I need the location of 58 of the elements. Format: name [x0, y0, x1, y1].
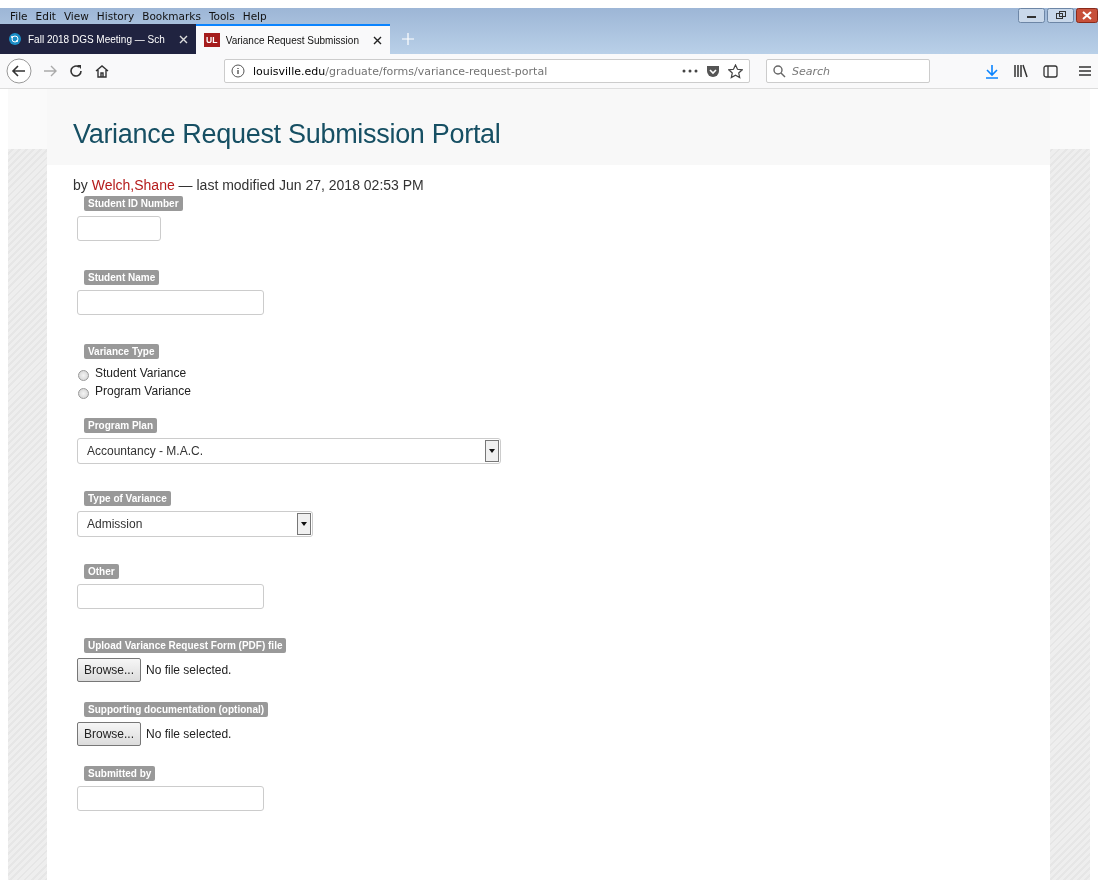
file-status: No file selected. — [146, 663, 232, 677]
field-label: Variance Type — [84, 344, 159, 359]
browser-tab[interactable]: UL Variance Request Submission — [195, 24, 390, 54]
text-field[interactable] — [77, 786, 264, 811]
text-field[interactable] — [77, 290, 264, 315]
page-title: Variance Request Submission Portal — [73, 119, 501, 150]
dropdown[interactable]: Accountancy - M.A.C. — [77, 438, 501, 464]
field-label: Student Name — [84, 270, 160, 285]
menu-item[interactable]: Bookmarks — [142, 10, 201, 22]
search-field[interactable]: Search — [766, 59, 930, 83]
field-label: Student ID Number — [84, 196, 183, 211]
caret-icon — [485, 440, 499, 462]
text-field[interactable] — [77, 216, 161, 241]
close-button[interactable] — [1076, 8, 1098, 23]
browser-tab[interactable]: Fall 2018 DGS Meeting — Sch — [0, 24, 196, 54]
reload-button[interactable] — [68, 63, 84, 79]
close-icon[interactable] — [372, 35, 382, 45]
minimize-button[interactable] — [1018, 8, 1045, 23]
url-text: louisville.edu/graduate/forms/variance-request-portal — [253, 64, 548, 78]
field-label: Type of Variance — [84, 491, 171, 506]
field-label: Other — [84, 564, 119, 579]
address-bar[interactable]: louisville.edu/graduate/forms/variance-request-portal — [224, 59, 750, 83]
field-label: Supporting documentation (optional) — [84, 702, 269, 717]
radio-button[interactable] — [78, 370, 89, 381]
back-button[interactable] — [6, 58, 32, 84]
text-field[interactable] — [77, 584, 264, 609]
more-icon[interactable] — [682, 68, 698, 74]
radio-label: Program Variance — [95, 384, 191, 398]
menu-item[interactable]: History — [96, 10, 135, 22]
site-logo: UL — [203, 33, 220, 47]
browse-button[interactable]: Browse... — [77, 658, 141, 682]
info-icon[interactable] — [231, 64, 245, 78]
field-label: Upload Variance Request Form (PDF) file — [84, 638, 287, 653]
menu-item[interactable]: Help — [242, 10, 267, 22]
globe-icon — [8, 32, 22, 46]
browse-button[interactable]: Browse... — [77, 722, 141, 746]
byline: by Welch,Shane — last modified Jun 27, 2018 02:53 PM — [72, 176, 425, 193]
field-label: Submitted by — [84, 766, 156, 781]
dropdown[interactable]: Admission — [77, 511, 313, 537]
menu-item[interactable]: View — [63, 10, 89, 22]
star-icon[interactable] — [728, 63, 743, 79]
pocket-icon[interactable] — [706, 64, 720, 78]
menu-item[interactable]: Tools — [208, 10, 235, 22]
radio-button[interactable] — [78, 388, 89, 399]
search-icon — [773, 65, 786, 78]
menu-item[interactable]: File — [10, 10, 28, 22]
sidebar-icon[interactable] — [1043, 64, 1058, 78]
caret-icon — [297, 513, 311, 535]
file-status: No file selected. — [146, 727, 232, 741]
author-link[interactable]: Welch,Shane — [91, 177, 175, 193]
library-icon[interactable] — [1013, 64, 1029, 78]
field-label: Program Plan — [84, 418, 158, 433]
menu-item[interactable]: Edit — [35, 10, 56, 22]
menu-icon[interactable] — [1078, 65, 1092, 77]
radio-label: Student Variance — [95, 366, 187, 380]
download-icon[interactable] — [985, 63, 999, 79]
restore-button[interactable] — [1047, 8, 1074, 23]
home-button[interactable] — [94, 63, 110, 79]
